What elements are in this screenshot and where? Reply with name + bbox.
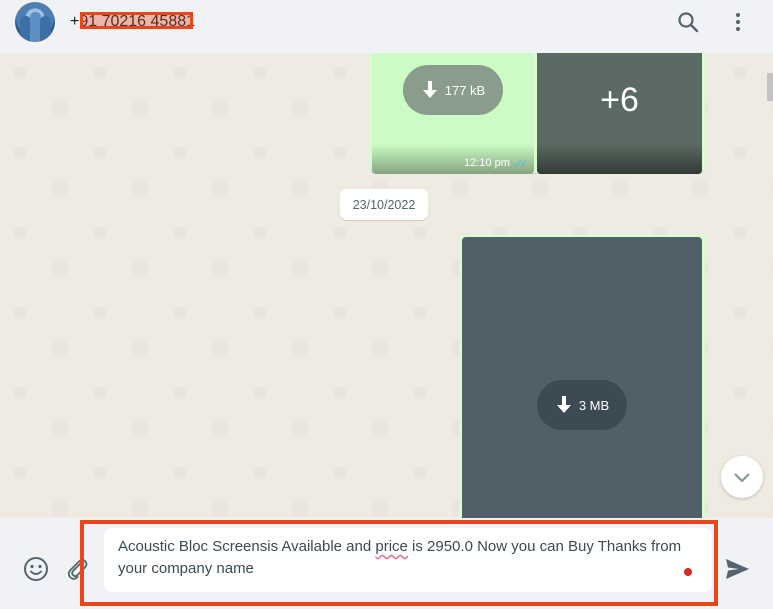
search-icon[interactable]: [676, 10, 700, 34]
date-chip: 23/10/2022: [340, 189, 428, 220]
message-input[interactable]: Acoustic Bloc Screensis Available and pr…: [104, 528, 712, 592]
send-icon[interactable]: [724, 556, 750, 582]
download-size: 3 MB: [578, 397, 610, 413]
chevron-down-icon: [734, 473, 750, 483]
message-time: 12:10 pm: [464, 157, 510, 169]
read-ticks-icon: ✓✓: [514, 158, 529, 170]
image-thumbnail-more[interactable]: +6: [537, 53, 702, 174]
image-thumbnail[interactable]: [462, 237, 702, 518]
redaction-box: [80, 12, 193, 29]
chat-area: 177 kB +6 12:10 pm ✓✓ 23/10/2022 3 MB: [0, 53, 773, 518]
contact-avatar[interactable]: [15, 2, 55, 42]
scroll-down-button[interactable]: [721, 456, 763, 498]
avatar-figure: [40, 16, 51, 42]
scrollbar-thumb[interactable]: [767, 73, 773, 101]
download-icon: [422, 81, 437, 98]
download-icon: [556, 396, 571, 413]
bubble-tail: [701, 235, 709, 243]
chat-header: +91 70216 45881: [0, 0, 773, 53]
message-input-text[interactable]: Acoustic Bloc Screensis Available and pr…: [118, 536, 693, 580]
recording-dot-icon: [684, 568, 692, 576]
misspelled-word: price: [375, 538, 408, 555]
composer-bar: Acoustic Bloc Screensis Available and pr…: [0, 518, 773, 609]
download-button[interactable]: 177 kB: [403, 65, 503, 115]
menu-icon[interactable]: [726, 10, 750, 34]
more-count: +6: [600, 81, 639, 119]
message-text-part: Acoustic Bloc Screensis Available and: [118, 538, 376, 555]
download-button[interactable]: 3 MB: [537, 380, 627, 430]
thumbnail-fade: [537, 144, 702, 174]
emoji-icon[interactable]: [23, 556, 49, 582]
download-size: 177 kB: [444, 82, 486, 98]
